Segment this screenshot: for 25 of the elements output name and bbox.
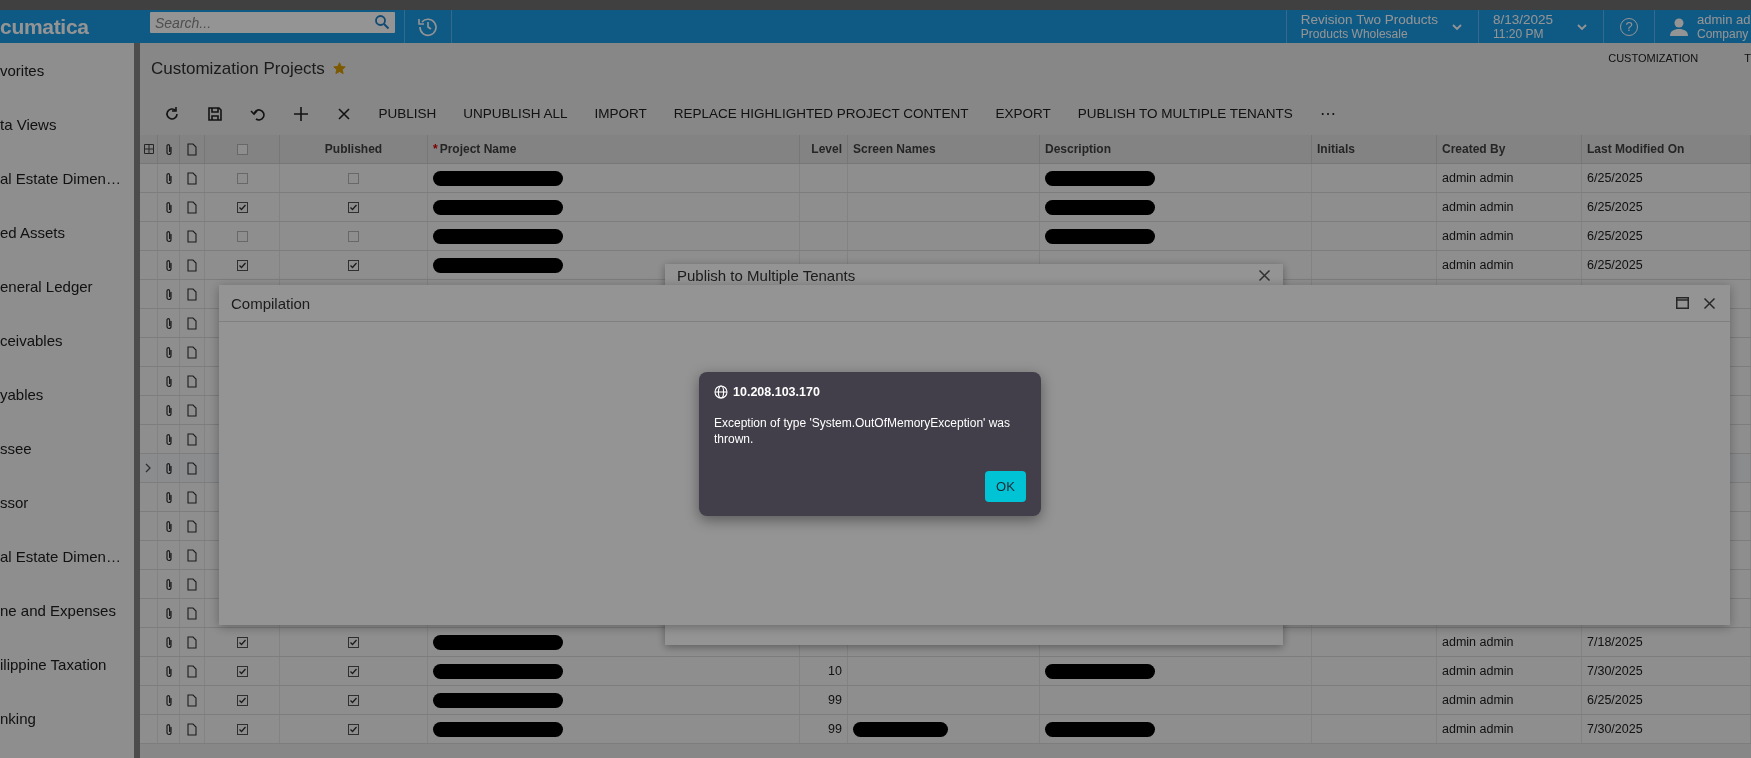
table-cell: admin admin (1442, 258, 1514, 272)
required-mark: * (433, 142, 438, 156)
table-cell: admin admin (1442, 664, 1514, 678)
dialog-title: Publish to Multiple Tenants (677, 267, 856, 284)
table-cell: 10 (828, 664, 842, 678)
table-cell: admin admin (1442, 722, 1514, 736)
table-cell: admin admin (1442, 229, 1514, 243)
table-cell: 7/30/2025 (1587, 722, 1643, 736)
table-cell: 7/30/2025 (1587, 664, 1643, 678)
table-cell: 6/25/2025 (1587, 258, 1643, 272)
dialog-title: Compilation (231, 294, 312, 312)
table-cell: 99 (828, 722, 842, 736)
page-title: Customization Projects (151, 59, 325, 79)
table-cell: admin admin (1442, 171, 1514, 185)
table-cell: admin admin (1442, 693, 1514, 707)
table-cell: 6/25/2025 (1587, 693, 1643, 707)
table-cell: admin admin (1442, 635, 1514, 649)
table-cell: 6/25/2025 (1587, 229, 1643, 243)
table-cell: admin admin (1442, 200, 1514, 214)
table-cell: 99 (828, 693, 842, 707)
table-cell: 7/18/2025 (1587, 635, 1643, 649)
host-address: 10.208.103.170 (733, 385, 820, 399)
table-cell: 6/25/2025 (1587, 171, 1643, 185)
table-cell: 6/25/2025 (1587, 200, 1643, 214)
alert-message: Exception of type 'System.OutOfMemoryException' was thrown. (714, 415, 1012, 447)
